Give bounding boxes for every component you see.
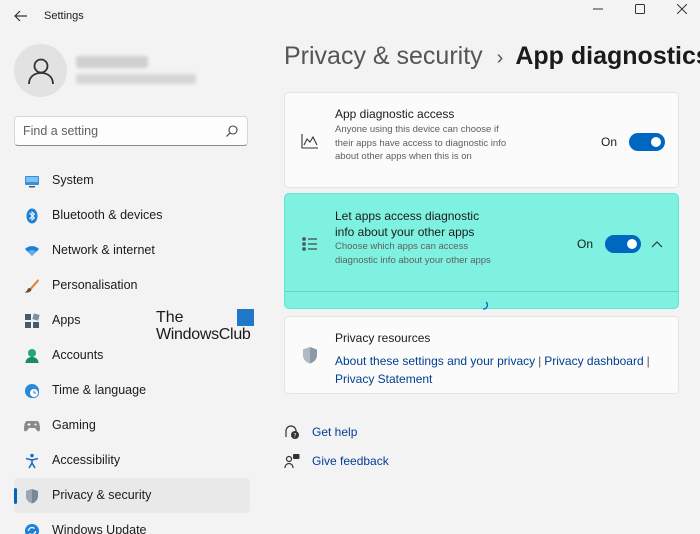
shield-icon xyxy=(300,345,320,365)
sidebar-item-privacy-security[interactable]: Privacy & security xyxy=(14,478,250,513)
setting-title: Let apps access diagnostic info about yo… xyxy=(335,209,480,239)
person-avatar-icon xyxy=(27,58,54,84)
sidebar-item-personalisation[interactable]: Personalisation xyxy=(14,268,250,303)
sidebar-item-label: Time & language xyxy=(52,383,147,397)
search-box[interactable] xyxy=(14,116,248,146)
breadcrumb-parent[interactable]: Privacy & security xyxy=(284,42,483,71)
back-arrow-icon xyxy=(14,10,27,22)
page-title: App diagnostics xyxy=(515,42,700,70)
minimize-icon xyxy=(593,8,603,10)
chevron-up-icon[interactable] xyxy=(649,236,665,252)
brush-icon xyxy=(24,278,40,294)
app-diagnostic-toggle[interactable] xyxy=(629,133,665,151)
breadcrumb: Privacy & security › App diagnostics xyxy=(284,42,700,78)
setting-description: Anyone using this device can choose if t… xyxy=(335,124,507,162)
privacy-resources-card: Privacy resources About these settings a… xyxy=(284,316,679,394)
sidebar-item-accessibility[interactable]: Accessibility xyxy=(14,443,250,478)
maximize-button[interactable] xyxy=(618,0,662,18)
sidebar-item-label: Network & internet xyxy=(52,243,155,257)
sidebar-item-windows-update[interactable]: Windows Update xyxy=(14,513,250,534)
watermark-line2: WindowsClub xyxy=(156,326,251,343)
bluetooth-icon xyxy=(24,208,40,224)
search-icon[interactable] xyxy=(225,124,239,138)
chart-area-icon xyxy=(300,131,320,151)
toggle-state-label: On xyxy=(577,237,594,251)
let-apps-toggle[interactable] xyxy=(605,235,641,253)
sidebar-item-gaming[interactable]: Gaming xyxy=(14,408,250,443)
sidebar-item-label: Accounts xyxy=(52,348,104,362)
user-profile[interactable] xyxy=(14,44,254,100)
link-separator: | xyxy=(538,354,542,368)
loading-spinner-icon xyxy=(478,297,488,310)
watermark-line1: The xyxy=(156,309,184,326)
sidebar-item-system[interactable]: System xyxy=(14,163,250,198)
update-icon xyxy=(24,523,40,534)
maximize-icon xyxy=(635,4,645,14)
sidebar-item-label: Windows Update xyxy=(52,523,147,534)
sidebar-item-network[interactable]: Network & internet xyxy=(14,233,250,268)
privacy-statement-link[interactable]: Privacy Statement xyxy=(335,372,432,386)
sidebar-item-bluetooth[interactable]: Bluetooth & devices xyxy=(14,198,250,233)
card-divider xyxy=(285,291,678,292)
avatar xyxy=(14,44,67,97)
clock-globe-icon xyxy=(24,383,40,399)
person-icon xyxy=(24,348,40,364)
let-apps-access-card[interactable]: Let apps access diagnostic info about yo… xyxy=(284,193,679,310)
app-title: Settings xyxy=(44,10,84,22)
watermark: The WindowsClub xyxy=(156,309,266,345)
sidebar-item-time-language[interactable]: Time & language xyxy=(14,373,250,408)
section-title: Privacy resources xyxy=(335,331,431,345)
profile-email-redacted xyxy=(76,74,196,84)
search-input[interactable] xyxy=(23,122,213,140)
privacy-dashboard-link[interactable]: Privacy dashboard xyxy=(544,354,643,368)
feedback-icon xyxy=(284,453,300,469)
give-feedback-link[interactable]: Give feedback xyxy=(312,454,389,468)
svg-text:?: ? xyxy=(293,433,296,440)
wifi-icon xyxy=(24,243,40,259)
breadcrumb-separator: › xyxy=(496,47,504,69)
setting-description: Choose which apps can access diagnostic … xyxy=(335,241,491,266)
close-icon xyxy=(677,4,687,14)
sidebar-item-label: Bluetooth & devices xyxy=(52,208,163,222)
sidebar-item-label: Accessibility xyxy=(52,453,121,467)
list-icon xyxy=(300,234,320,254)
give-feedback-row[interactable]: Give feedback xyxy=(284,452,389,470)
sidebar-nav: System Bluetooth & devices Network & int… xyxy=(14,163,250,534)
get-help-row[interactable]: ? Get help xyxy=(284,423,357,441)
sidebar-item-label: Personalisation xyxy=(52,278,138,292)
get-help-link[interactable]: Get help xyxy=(312,425,357,439)
apps-icon xyxy=(24,313,40,329)
minimize-button[interactable] xyxy=(576,0,620,18)
profile-name-redacted xyxy=(76,56,148,68)
sidebar-item-label: Apps xyxy=(52,313,81,327)
sidebar-item-label: System xyxy=(52,173,94,187)
help-icon: ? xyxy=(284,424,300,440)
close-button[interactable] xyxy=(660,0,700,18)
sidebar-item-label: Privacy & security xyxy=(52,488,152,502)
setting-title: App diagnostic access xyxy=(335,107,455,121)
gamepad-icon xyxy=(24,418,40,434)
sidebar-item-label: Gaming xyxy=(52,418,96,432)
title-bar: Settings xyxy=(0,0,700,32)
link-separator: | xyxy=(646,354,650,368)
about-settings-link[interactable]: About these settings and your privacy xyxy=(335,354,535,368)
back-button[interactable] xyxy=(12,8,30,24)
privacy-links: About these settings and your privacy | Pr… xyxy=(335,352,665,388)
monitor-icon xyxy=(24,173,40,189)
accessibility-icon xyxy=(24,453,40,469)
watermark-logo-icon xyxy=(237,309,254,326)
shield-icon xyxy=(24,488,40,504)
app-diagnostic-access-card: App diagnostic access Anyone using this … xyxy=(284,92,679,188)
toggle-state-label: On xyxy=(601,135,618,149)
